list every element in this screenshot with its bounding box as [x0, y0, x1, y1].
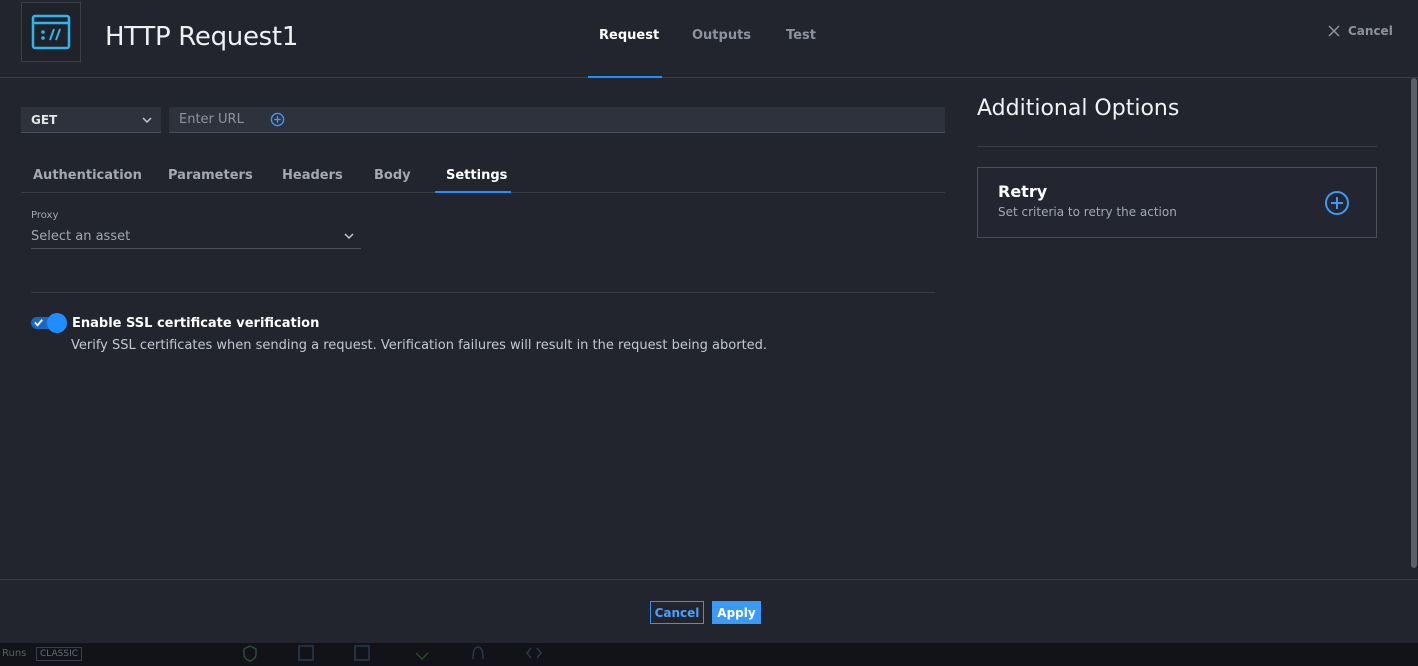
- tab-authentication[interactable]: Authentication: [33, 168, 142, 183]
- footer: Cancel Apply: [0, 579, 1418, 643]
- method-select[interactable]: GET: [21, 107, 161, 133]
- request-sub-tabs: Authentication Parameters Headers Body S…: [21, 160, 945, 193]
- chevron-down-icon: [142, 117, 152, 124]
- http-request-icon: [21, 2, 81, 62]
- tab-outputs[interactable]: Outputs: [692, 28, 751, 43]
- variable-icon: [298, 645, 314, 661]
- ssl-toggle-description: Verify SSL certificates when sending a r…: [71, 338, 768, 353]
- active-sub-tab-indicator: [435, 191, 511, 193]
- cancel-button[interactable]: Cancel: [650, 601, 704, 624]
- background-toolbar: Runs CLASSIC: [0, 643, 1418, 666]
- additional-options-title: Additional Options: [977, 96, 1180, 121]
- cancel-top-label: Cancel: [1348, 24, 1393, 38]
- chevron-down-icon: [344, 233, 354, 240]
- settings-divider: [31, 292, 935, 293]
- cancel-top-button[interactable]: Cancel: [1328, 24, 1393, 38]
- proxy-placeholder: Select an asset: [31, 228, 131, 244]
- additional-options-divider: [977, 146, 1377, 147]
- tab-body[interactable]: Body: [374, 168, 411, 183]
- header: HTTP Request1 Request Outputs Test Cance…: [0, 0, 1418, 78]
- close-icon: [1328, 25, 1340, 37]
- loop-icon: [415, 652, 429, 661]
- method-value: GET: [31, 112, 58, 127]
- retry-description: Set criteria to retry the action: [998, 205, 1177, 219]
- scrollbar[interactable]: [1411, 78, 1417, 568]
- add-retry-icon[interactable]: [1324, 190, 1350, 216]
- code-icon: [526, 647, 542, 659]
- runs-label: Runs: [2, 648, 27, 659]
- tab-headers[interactable]: Headers: [282, 168, 343, 183]
- checkmark-icon: [34, 319, 43, 327]
- tab-request[interactable]: Request: [599, 28, 659, 43]
- ssl-verification-toggle[interactable]: [31, 313, 67, 333]
- url-input[interactable]: [169, 112, 259, 127]
- proxy-label: Proxy: [31, 210, 59, 221]
- apply-button[interactable]: Apply: [712, 601, 761, 624]
- tab-parameters[interactable]: Parameters: [168, 168, 253, 183]
- proxy-select[interactable]: Select an asset: [31, 224, 361, 249]
- retry-card: Retry Set criteria to retry the action: [977, 167, 1377, 238]
- http-icon: [354, 645, 370, 661]
- ssl-toggle-label: Enable SSL certificate verification: [72, 316, 320, 331]
- retry-title: Retry: [998, 182, 1048, 201]
- active-tab-indicator: [588, 76, 662, 78]
- branch-icon: [472, 646, 484, 660]
- tab-settings[interactable]: Settings: [446, 168, 507, 183]
- url-field[interactable]: [169, 107, 945, 133]
- tab-test[interactable]: Test: [786, 28, 816, 43]
- add-variable-icon[interactable]: [270, 112, 285, 127]
- classic-badge: CLASSIC: [36, 647, 83, 661]
- page-title: HTTP Request1: [105, 22, 299, 52]
- shield-icon: [243, 645, 257, 662]
